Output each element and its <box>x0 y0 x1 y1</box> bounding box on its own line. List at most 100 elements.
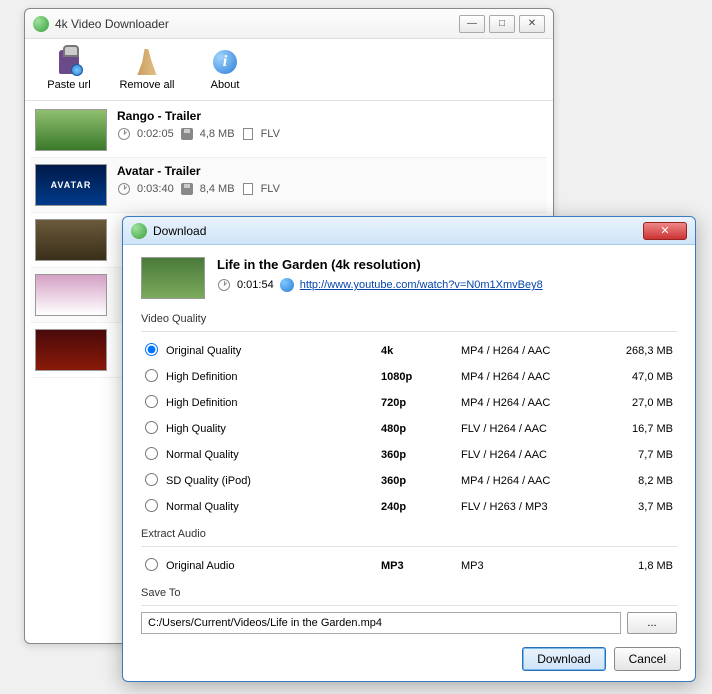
quality-label: High Definition <box>162 390 377 416</box>
table-row[interactable]: Normal Quality 360p FLV / H264 / AAC 7,7… <box>141 442 677 468</box>
quality-size: 16,7 MB <box>607 416 677 442</box>
duration: 0:03:40 <box>137 183 174 195</box>
dialog-footer: Download Cancel <box>522 647 681 671</box>
divider <box>141 331 677 332</box>
quality-size: 47,0 MB <box>607 364 677 390</box>
dialog-header: Life in the Garden (4k resolution) 0:01:… <box>141 257 677 299</box>
table-row[interactable]: Original Audio MP3 MP3 1,8 MB <box>141 553 677 579</box>
dialog-body: Life in the Garden (4k resolution) 0:01:… <box>123 245 695 646</box>
quality-format: MP4 / H264 / AAC <box>457 468 607 494</box>
clock-icon <box>117 182 131 196</box>
quality-radio[interactable] <box>145 369 158 382</box>
quality-section-label: Video Quality <box>141 313 677 325</box>
close-button[interactable]: ✕ <box>519 15 545 33</box>
video-title: Avatar - Trailer <box>117 164 543 178</box>
table-row[interactable]: High Definition 1080p MP4 / H264 / AAC 4… <box>141 364 677 390</box>
video-title: Rango - Trailer <box>117 109 543 123</box>
video-url-link[interactable]: http://www.youtube.com/watch?v=N0m1XmvBe… <box>300 279 543 291</box>
dialog-thumbnail <box>141 257 205 299</box>
dialog-close-button[interactable]: ✕ <box>643 222 687 240</box>
quality-resolution: MP3 <box>377 553 457 579</box>
disk-icon <box>180 182 194 196</box>
paste-url-label: Paste url <box>47 79 90 91</box>
quality-label: High Quality <box>162 416 377 442</box>
app-title: 4k Video Downloader <box>55 17 459 31</box>
globe-icon <box>280 278 294 292</box>
disk-icon <box>180 127 194 141</box>
dialog-app-icon <box>131 223 147 239</box>
quality-resolution: 1080p <box>377 364 457 390</box>
window-controls: — □ ✕ <box>459 15 545 33</box>
quality-radio[interactable] <box>145 421 158 434</box>
quality-label: Normal Quality <box>162 494 377 520</box>
quality-format: MP4 / H264 / AAC <box>457 390 607 416</box>
list-item[interactable]: AVATAR Avatar - Trailer 0:03:40 8,4 MB F… <box>31 158 547 213</box>
table-row[interactable]: SD Quality (iPod) 360p MP4 / H264 / AAC … <box>141 468 677 494</box>
format: FLV <box>261 128 280 140</box>
quality-table: Original Quality 4k MP4 / H264 / AAC 268… <box>141 338 677 520</box>
broom-icon <box>133 48 161 76</box>
about-label: About <box>211 79 240 91</box>
quality-label: Original Audio <box>162 553 377 579</box>
table-row[interactable]: Original Quality 4k MP4 / H264 / AAC 268… <box>141 338 677 364</box>
save-path-input[interactable] <box>141 612 621 634</box>
dialog-titlebar: Download ✕ <box>123 217 695 245</box>
cancel-button[interactable]: Cancel <box>614 647 681 671</box>
thumbnail <box>35 329 107 371</box>
maximize-button[interactable]: □ <box>489 15 515 33</box>
list-item[interactable]: Rango - Trailer 0:02:05 4,8 MB FLV <box>31 103 547 158</box>
download-button[interactable]: Download <box>522 647 605 671</box>
about-button[interactable]: i About <box>195 45 255 94</box>
titlebar: 4k Video Downloader — □ ✕ <box>25 9 553 39</box>
download-dialog: Download ✕ Life in the Garden (4k resolu… <box>122 216 696 682</box>
filesize: 4,8 MB <box>200 128 235 140</box>
quality-format: FLV / H264 / AAC <box>457 442 607 468</box>
save-section-label: Save To <box>141 587 677 599</box>
clock-icon <box>217 278 231 292</box>
video-duration: 0:01:54 <box>237 279 274 291</box>
divider <box>141 605 677 606</box>
divider <box>141 546 677 547</box>
quality-radio[interactable] <box>145 499 158 512</box>
quality-format: MP3 <box>457 553 607 579</box>
quality-size: 3,7 MB <box>607 494 677 520</box>
thumbnail <box>35 219 107 261</box>
table-row[interactable]: Normal Quality 240p FLV / H263 / MP3 3,7… <box>141 494 677 520</box>
table-row[interactable]: High Definition 720p MP4 / H264 / AAC 27… <box>141 390 677 416</box>
quality-size: 1,8 MB <box>607 553 677 579</box>
table-row[interactable]: High Quality 480p FLV / H264 / AAC 16,7 … <box>141 416 677 442</box>
quality-resolution: 720p <box>377 390 457 416</box>
thumbnail: AVATAR <box>35 164 107 206</box>
quality-radio[interactable] <box>145 558 158 571</box>
quality-radio[interactable] <box>145 343 158 356</box>
quality-size: 8,2 MB <box>607 468 677 494</box>
quality-label: Normal Quality <box>162 442 377 468</box>
quality-format: FLV / H264 / AAC <box>457 416 607 442</box>
thumbnail <box>35 109 107 151</box>
clipboard-icon <box>55 48 83 76</box>
quality-size: 268,3 MB <box>607 338 677 364</box>
quality-format: MP4 / H264 / AAC <box>457 338 607 364</box>
quality-radio[interactable] <box>145 447 158 460</box>
quality-resolution: 480p <box>377 416 457 442</box>
filesize: 8,4 MB <box>200 183 235 195</box>
remove-all-label: Remove all <box>119 79 174 91</box>
clock-icon <box>117 127 131 141</box>
video-title: Life in the Garden (4k resolution) <box>217 257 677 272</box>
duration: 0:02:05 <box>137 128 174 140</box>
browse-button[interactable]: ... <box>627 612 677 634</box>
app-icon <box>33 16 49 32</box>
doc-icon <box>241 127 255 141</box>
quality-radio[interactable] <box>145 395 158 408</box>
quality-format: MP4 / H264 / AAC <box>457 364 607 390</box>
quality-resolution: 360p <box>377 468 457 494</box>
remove-all-button[interactable]: Remove all <box>117 45 177 94</box>
quality-label: SD Quality (iPod) <box>162 468 377 494</box>
info-icon: i <box>211 48 239 76</box>
quality-resolution: 360p <box>377 442 457 468</box>
minimize-button[interactable]: — <box>459 15 485 33</box>
quality-size: 7,7 MB <box>607 442 677 468</box>
paste-url-button[interactable]: Paste url <box>39 45 99 94</box>
quality-radio[interactable] <box>145 473 158 486</box>
format: FLV <box>261 183 280 195</box>
